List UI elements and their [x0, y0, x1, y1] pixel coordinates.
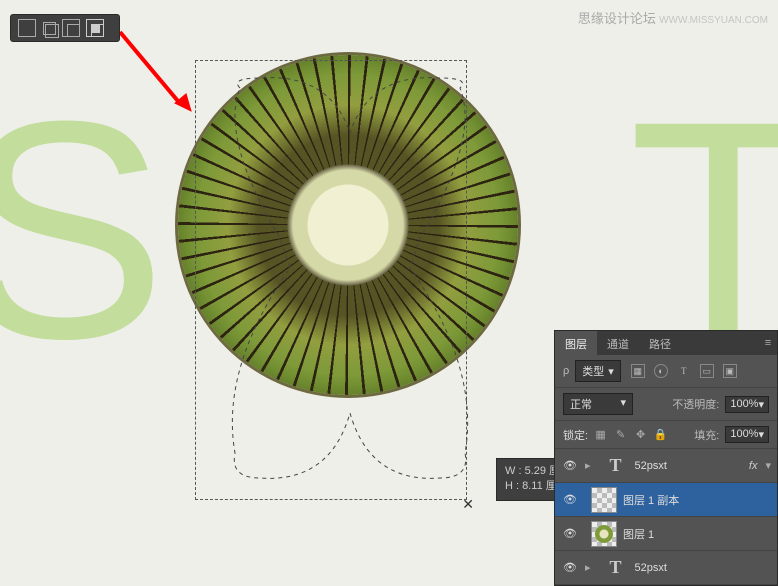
filter-kind-dropdown[interactable]: 类型▾ [575, 360, 621, 382]
watermark-site: 思缘设计论坛 [578, 11, 656, 26]
layer-name: 图层 1 [623, 526, 654, 542]
layer-row[interactable]: 👁 图层 1 副本 [555, 483, 777, 517]
visibility-toggle[interactable]: 👁 [555, 459, 585, 472]
visibility-toggle[interactable]: 👁 [555, 493, 585, 506]
layer-name: 52psxt [635, 562, 667, 574]
tab-paths[interactable]: 路径 [639, 331, 681, 355]
opacity-label: 不透明度: [672, 396, 719, 412]
layers-panel: 图层 通道 路径 ≡ ρ 类型▾ ▦ ◐ T ▭ ▣ 正常▾ 不透明度: [554, 330, 778, 586]
blend-mode-dropdown[interactable]: 正常▾ [563, 393, 633, 415]
chevron-right-icon[interactable]: ▸ [585, 459, 591, 472]
filter-adjust-icon[interactable]: ◐ [654, 364, 668, 378]
selection-subtract-button[interactable] [62, 19, 80, 37]
watermark-url: WWW.MISSYUAN.COM [659, 15, 768, 26]
panel-tabs: 图层 通道 路径 ≡ [555, 331, 777, 355]
selection-add-button[interactable] [45, 24, 59, 38]
fill-input[interactable]: 100%▾ [725, 426, 769, 443]
filter-text-icon[interactable]: T [677, 364, 691, 378]
filter-shape-icon[interactable]: ▭ [700, 364, 714, 378]
lock-label: 锁定: [563, 427, 588, 443]
filter-row: ρ 类型▾ ▦ ◐ T ▭ ▣ [555, 355, 777, 388]
selection-mode-toolbar [10, 14, 120, 42]
lock-position-icon[interactable]: ✥ [634, 428, 647, 441]
lock-brush-icon[interactable]: ✎ [614, 428, 627, 441]
tab-channels[interactable]: 通道 [597, 331, 639, 355]
layer-row[interactable]: 👁 ▸ T 52psxt [555, 551, 777, 585]
layer-name: 图层 1 副本 [623, 492, 679, 508]
layer-thumbnail-kiwi [591, 521, 617, 547]
lock-all-icon[interactable]: 🔒 [654, 428, 667, 441]
bounding-box-marquee[interactable]: ✕ [195, 60, 467, 500]
fill-label: 填充: [694, 427, 719, 443]
fx-badge[interactable]: fx [749, 460, 758, 472]
canvas[interactable]: 思缘设计论坛 WWW.MISSYUAN.COM S T ✕ W : 5.29 厘… [0, 0, 778, 586]
selection-new-button[interactable] [18, 19, 36, 37]
lock-row: 锁定: ▦ ✎ ✥ 🔒 填充: 100%▾ [555, 421, 777, 449]
opacity-input[interactable]: 100%▾ [725, 396, 769, 413]
watermark: 思缘设计论坛 WWW.MISSYUAN.COM [578, 8, 768, 27]
filter-smart-icon[interactable]: ▣ [723, 364, 737, 378]
blend-row: 正常▾ 不透明度: 100%▾ [555, 388, 777, 421]
layer-row[interactable]: 👁 图层 1 [555, 517, 777, 551]
filter-type-icons: ▦ ◐ T ▭ ▣ [631, 364, 737, 378]
visibility-toggle[interactable]: 👁 [555, 561, 585, 574]
filter-pixel-icon[interactable]: ▦ [631, 364, 645, 378]
lock-pixels-icon[interactable]: ▦ [594, 428, 607, 441]
chevron-down-icon: ▾ [758, 428, 764, 441]
layer-thumbnail-transparent [591, 487, 617, 513]
layer-thumbnail-text: T [603, 555, 629, 581]
chevron-right-icon[interactable]: ▸ [585, 561, 591, 574]
chevron-down-icon: ▾ [608, 365, 614, 378]
visibility-toggle[interactable]: 👁 [555, 527, 585, 540]
chevron-down-icon: ▾ [758, 398, 764, 411]
selection-intersect-button[interactable] [86, 19, 104, 37]
tab-layers[interactable]: 图层 [555, 331, 597, 355]
background-letter-s: S [0, 75, 167, 385]
panel-menu-icon[interactable]: ≡ [759, 331, 777, 355]
layer-thumbnail-text: T [603, 453, 629, 479]
layer-name: 52psxt [635, 460, 667, 472]
transform-cursor-icon: ✕ [462, 496, 474, 513]
chevron-down-icon[interactable]: ▾ [765, 459, 771, 472]
chevron-down-icon: ▾ [620, 396, 626, 412]
layer-row[interactable]: 👁 ▸ T 52psxt fx ▾ [555, 449, 777, 483]
